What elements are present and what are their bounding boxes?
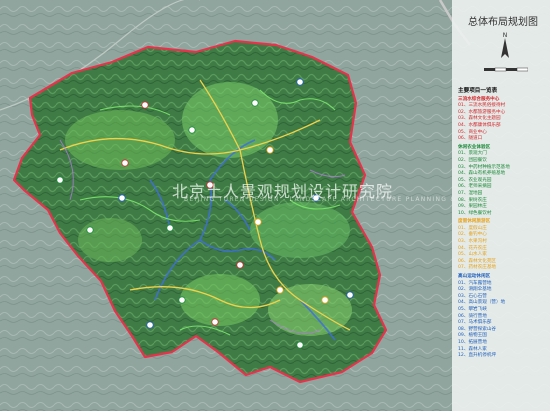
- legend-item: 03、森林文化主题园: [458, 116, 501, 122]
- legend-item: 01、三流水民俗接待村: [458, 103, 506, 109]
- legend-item: 06、隧道口: [458, 136, 483, 142]
- legend-heading: 主要项目一览表: [458, 88, 498, 94]
- legend-section-title: 高山运动休闲区: [458, 274, 491, 280]
- legend-item: 04、森山有机养殖基地: [458, 171, 506, 177]
- scale-bar-icon: [484, 67, 528, 72]
- map-title: 总体布局规划图: [468, 17, 538, 28]
- legend-item: 07、马术俱乐部: [458, 320, 492, 326]
- legend-item: 02、滑翔伞基地: [458, 287, 492, 293]
- legend-item: 10、拓展营地: [458, 339, 487, 345]
- legend-item: 05、攀岩飞峡: [458, 307, 487, 312]
- legend-section-title: 度假休闲旅游区: [458, 219, 491, 225]
- legend-item: 05、山水人家: [458, 252, 487, 258]
- legend-item: 09、果园林庄: [458, 204, 487, 210]
- project-legend: 主要项目一览表 三流水综合服务中心 01、三流水民俗接待村 02、水都旅游服务中心 0…: [458, 88, 550, 360]
- legend-sections: 三流水综合服务中心 01、三流水民俗接待村 02、水都旅游服务中心 03、森林文化主题…: [458, 97, 550, 360]
- legend-item: 09、植物王国: [458, 333, 487, 339]
- watermark-en: BEIJING TUREN DESIGN - LANDSCAPE ARCHITE…: [184, 196, 491, 203]
- north-arrow-icon: N: [501, 32, 509, 58]
- legend-item: 03、水果沟村: [458, 239, 487, 245]
- legend-item: 07、湿地园: [458, 190, 483, 196]
- legend-item: 06、老师采摘园: [458, 184, 492, 190]
- legend-item: 04、水都康体俱乐部: [458, 122, 501, 128]
- legend-item: 12、直升机停机坪: [458, 353, 497, 359]
- legend-item: 01、景观大门: [458, 151, 487, 157]
- legend-item: 07、药材农庄基地: [458, 265, 497, 271]
- legend-item: 04、高山景观（营）地: [458, 300, 506, 306]
- legend-item: 02、团园餐饮: [458, 157, 487, 163]
- legend-item: 10、绿色餐饮村: [458, 210, 492, 216]
- svg-text:N: N: [503, 32, 508, 39]
